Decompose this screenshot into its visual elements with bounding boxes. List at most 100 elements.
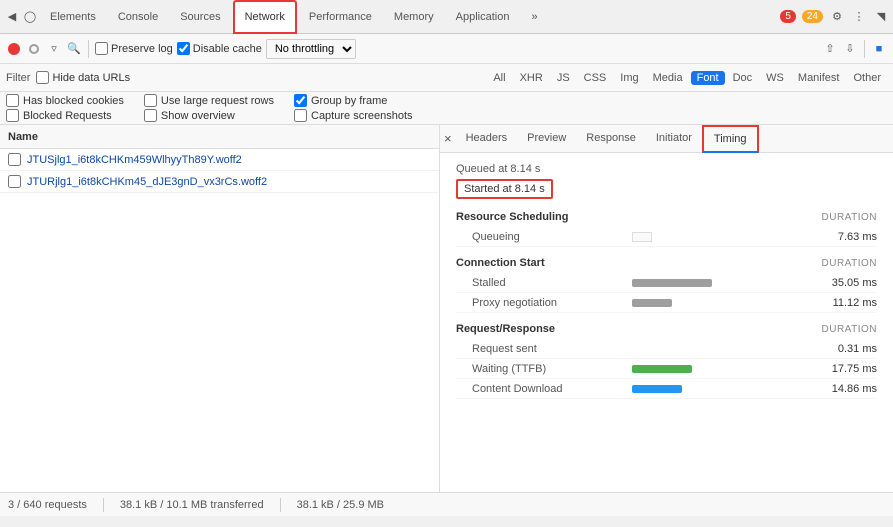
tab-performance[interactable]: Performance [299, 0, 382, 34]
filter-css[interactable]: CSS [578, 71, 613, 85]
tab-memory[interactable]: Memory [384, 0, 444, 34]
large-rows-input[interactable] [144, 94, 157, 107]
tab-bar-right: 5 24 ⚙ ⋮ ◥ [780, 9, 889, 25]
filter-ws[interactable]: WS [760, 71, 790, 85]
timing-row-request-sent: Request sent 0.31 ms [456, 339, 877, 359]
error-badge: 5 [780, 10, 796, 23]
timing-row-download: Content Download 14.86 ms [456, 379, 877, 399]
group-by-frame-input[interactable] [294, 94, 307, 107]
tab-elements[interactable]: Elements [40, 0, 106, 34]
throttle-select[interactable]: No throttling Fast 3G Slow 3G Offline [266, 39, 356, 59]
filter-other[interactable]: Other [847, 71, 887, 85]
main-content: Name JTUSjlg1_i6t8kCHKm459WlhyyTh89Y.wof… [0, 125, 893, 492]
timing-section-connection: Connection Start DURATION Stalled 35.05 … [456, 257, 877, 313]
filter-icon[interactable]: ▿ [46, 41, 62, 57]
download-value: 14.86 ms [797, 383, 877, 395]
ttfb-label: Waiting (TTFB) [472, 363, 632, 375]
status-divider-1 [103, 498, 104, 512]
disable-cache-checkbox[interactable]: Disable cache [177, 42, 262, 55]
blocked-requests-row[interactable]: Blocked Requests [6, 109, 124, 122]
download-bar-container [632, 385, 797, 393]
filter-doc[interactable]: Doc [727, 71, 759, 85]
import-icon[interactable]: ⇧ [822, 41, 838, 57]
stalled-bar [632, 279, 712, 287]
filter-bar: Filter Hide data URLs All XHR JS CSS Img… [0, 64, 893, 92]
show-overview-input[interactable] [144, 109, 157, 122]
ttfb-value: 17.75 ms [797, 363, 877, 375]
capture-screenshots-input[interactable] [294, 109, 307, 122]
preserve-log-checkbox[interactable]: Preserve log [95, 42, 173, 55]
status-bar: 3 / 640 requests 38.1 kB / 10.1 MB trans… [0, 492, 893, 516]
blocked-requests-input[interactable] [6, 109, 19, 122]
tab-timing[interactable]: Timing [702, 125, 759, 153]
preserve-log-input[interactable] [95, 42, 108, 55]
tab-preview[interactable]: Preview [517, 125, 576, 153]
close-button[interactable]: × [444, 131, 452, 146]
queueing-bar [632, 232, 652, 242]
left-panel: Name JTUSjlg1_i6t8kCHKm459WlhyyTh89Y.wof… [0, 125, 440, 492]
right-tabs: × Headers Preview Response Initiator Tim… [440, 125, 893, 153]
tab-application[interactable]: Application [446, 0, 520, 34]
stop-icon[interactable] [26, 41, 42, 57]
filter-img[interactable]: Img [614, 71, 644, 85]
list-item[interactable]: JTUSjlg1_i6t8kCHKm459WlhyyTh89Y.woff2 [0, 149, 439, 171]
blocked-cookies-label: Has blocked cookies [23, 95, 124, 107]
export-icon[interactable]: ⇩ [842, 41, 858, 57]
refresh-icon[interactable]: ◯ [22, 9, 38, 25]
tab-response[interactable]: Response [576, 125, 646, 153]
warning-badge: 24 [802, 10, 823, 23]
timing-row-proxy: Proxy negotiation 11.12 ms [456, 293, 877, 313]
proxy-bar-container [632, 299, 797, 307]
show-overview-label: Show overview [161, 110, 235, 122]
options-bar: Has blocked cookies Blocked Requests Use… [0, 92, 893, 125]
list-item[interactable]: JTURjlg1_i6t8kCHKm45_dJE3gnD_vx3rCs.woff… [0, 171, 439, 193]
back-icon[interactable]: ◀ [4, 9, 20, 25]
status-divider-2 [280, 498, 281, 512]
options-col-left: Has blocked cookies Blocked Requests [6, 94, 124, 122]
filter-font[interactable]: Font [691, 71, 725, 85]
clear-icon[interactable]: ■ [871, 41, 887, 57]
capture-screenshots-row[interactable]: Capture screenshots [294, 109, 413, 122]
blocked-cookies-input[interactable] [6, 94, 19, 107]
tab-headers[interactable]: Headers [456, 125, 518, 153]
blocked-cookies-row[interactable]: Has blocked cookies [6, 94, 124, 107]
divider-2 [864, 40, 865, 58]
filter-js[interactable]: JS [551, 71, 576, 85]
proxy-bar [632, 299, 672, 307]
proxy-label: Proxy negotiation [472, 297, 632, 309]
filter-manifest[interactable]: Manifest [792, 71, 846, 85]
timing-queued: Queued at 8.14 s [456, 163, 877, 175]
hide-data-urls-check[interactable]: Hide data URLs [36, 71, 130, 84]
request-sent-value: 0.31 ms [797, 343, 877, 355]
item-checkbox-0[interactable] [8, 153, 21, 166]
capture-screenshots-label: Capture screenshots [311, 110, 413, 122]
transferred-size: 38.1 kB / 10.1 MB transferred [120, 499, 264, 511]
filter-xhr[interactable]: XHR [514, 71, 549, 85]
disable-cache-input[interactable] [177, 42, 190, 55]
options-col-mid: Use large request rows Show overview [144, 94, 274, 122]
tab-network[interactable]: Network [233, 0, 297, 34]
filter-all[interactable]: All [487, 71, 511, 85]
resource-section-title: Resource Scheduling [456, 211, 568, 223]
hide-data-urls-input[interactable] [36, 71, 49, 84]
right-panel: × Headers Preview Response Initiator Tim… [440, 125, 893, 492]
record-icon[interactable] [6, 41, 22, 57]
tab-console[interactable]: Console [108, 0, 168, 34]
large-rows-row[interactable]: Use large request rows [144, 94, 274, 107]
tab-more[interactable]: » [521, 0, 547, 34]
more-icon[interactable]: ⋮ [851, 9, 867, 25]
queueing-label: Queueing [472, 231, 632, 243]
timing-section-resource: Resource Scheduling DURATION Queueing 7.… [456, 211, 877, 247]
tab-initiator[interactable]: Initiator [646, 125, 702, 153]
timing-content: Queued at 8.14 s Started at 8.14 s Resou… [440, 153, 893, 492]
settings-icon[interactable]: ⚙ [829, 9, 845, 25]
preserve-log-label: Preserve log [111, 43, 173, 55]
show-overview-row[interactable]: Show overview [144, 109, 274, 122]
filter-media[interactable]: Media [647, 71, 689, 85]
group-by-frame-row[interactable]: Group by frame [294, 94, 413, 107]
item-checkbox-1[interactable] [8, 175, 21, 188]
search-icon[interactable]: 🔍 [66, 41, 82, 57]
undock-icon[interactable]: ◥ [873, 9, 889, 25]
tab-sources[interactable]: Sources [170, 0, 230, 34]
proxy-value: 11.12 ms [797, 297, 877, 309]
